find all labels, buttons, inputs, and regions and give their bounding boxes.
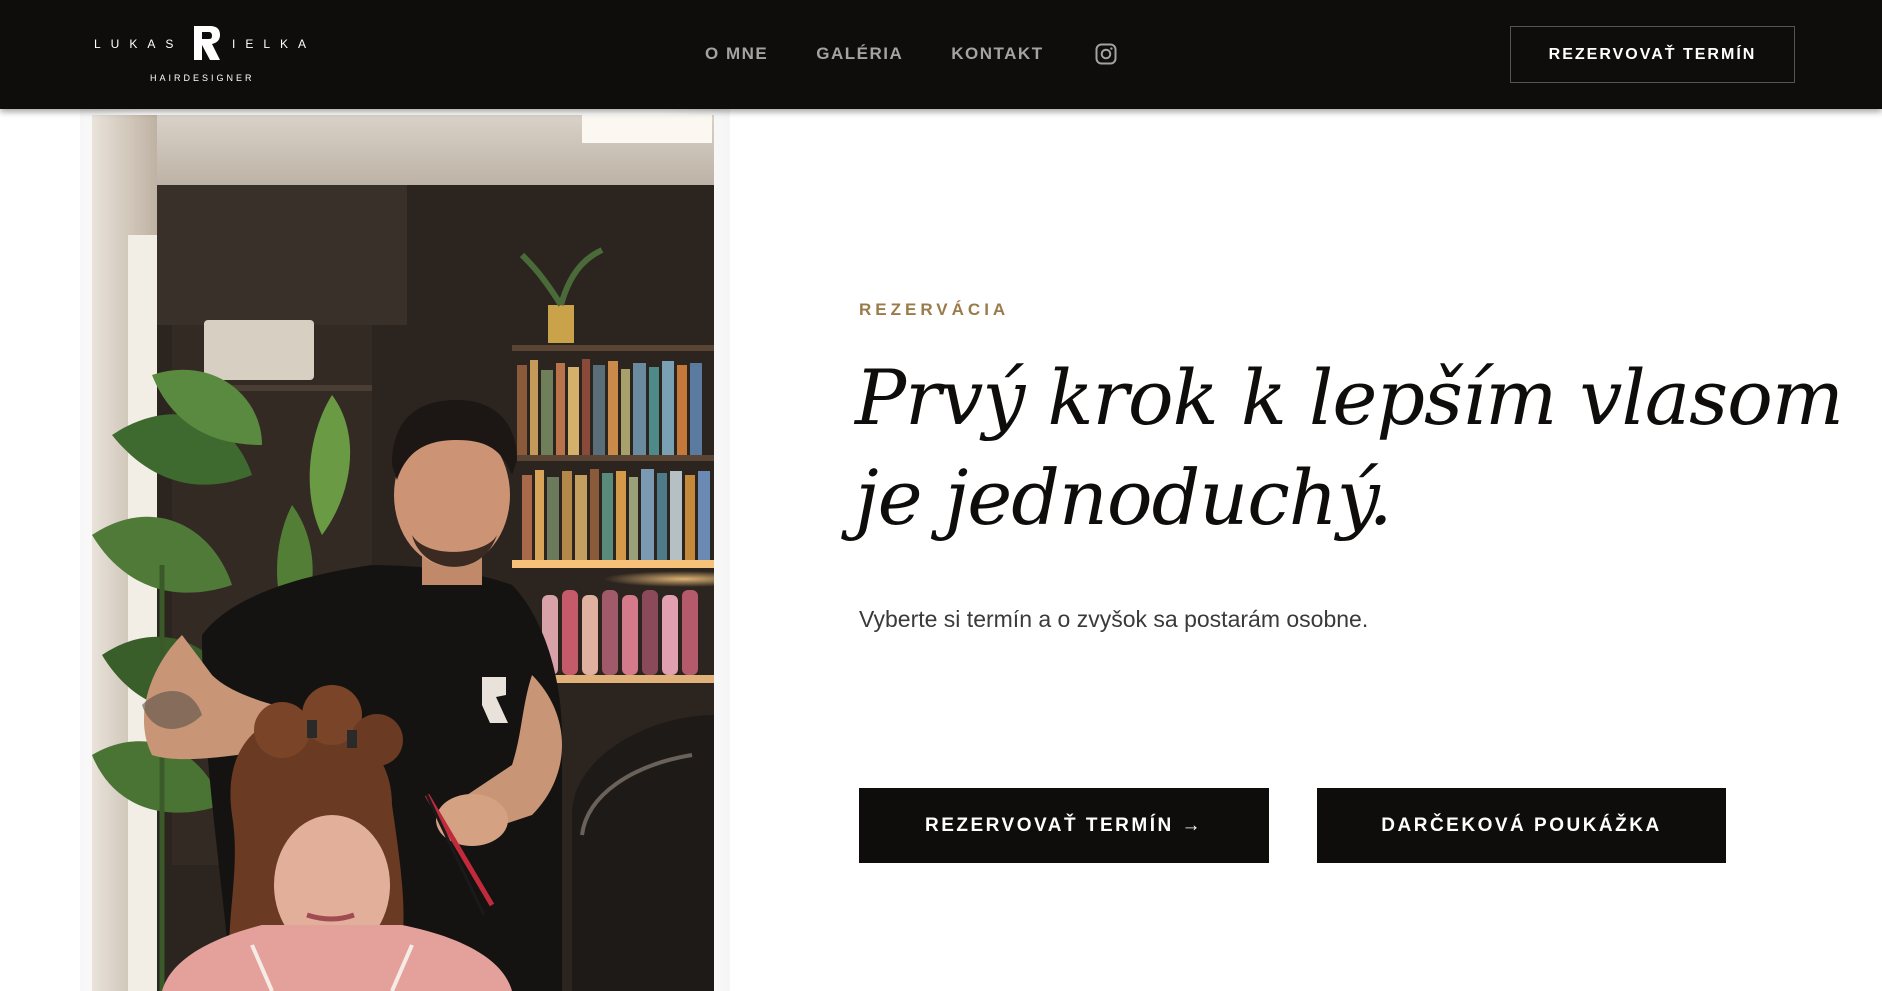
main-nav: O MNE GALÉRIA KONTAKT [705, 36, 1118, 72]
site-header: LUKAS IELKA HAIRDESIGNER O MNE GALÉRIA K… [0, 0, 1882, 109]
section-eyebrow: REZERVÁCIA [859, 300, 1010, 319]
logo-wordmark: LUKAS IELKA [92, 24, 322, 68]
hero-subtext: Vyberte si termín a o zvyšok sa postarám… [859, 606, 1369, 632]
nav-item-gallery[interactable]: GALÉRIA [816, 44, 903, 64]
logo-mark-icon [194, 26, 220, 60]
instagram-icon[interactable] [1094, 42, 1118, 66]
book-appointment-button[interactable]: REZERVOVAŤ TERMÍN → [859, 788, 1269, 863]
nav-item-contact[interactable]: KONTAKT [951, 44, 1043, 64]
logo-tagline: HAIRDESIGNER [150, 73, 255, 83]
headline-line-2: je jednoduchý. [855, 453, 1393, 542]
hero-headline: Prvý krok k lepším vlasom je jednoduchý. [855, 348, 1844, 548]
hero-photo [92, 115, 714, 991]
gift-voucher-button[interactable]: DARČEKOVÁ POUKÁŽKA [1317, 788, 1726, 863]
headline-line-1: Prvý krok k lepším vlasom [855, 353, 1844, 442]
nav-item-about[interactable]: O MNE [705, 44, 768, 64]
header-book-button[interactable]: REZERVOVAŤ TERMÍN [1510, 26, 1795, 83]
logo-last-name: IELKA [232, 37, 317, 51]
brand-logo[interactable]: LUKAS IELKA HAIRDESIGNER [92, 24, 322, 86]
logo-first-name: LUKAS [94, 37, 184, 51]
salon-photo-illustration [92, 115, 714, 991]
